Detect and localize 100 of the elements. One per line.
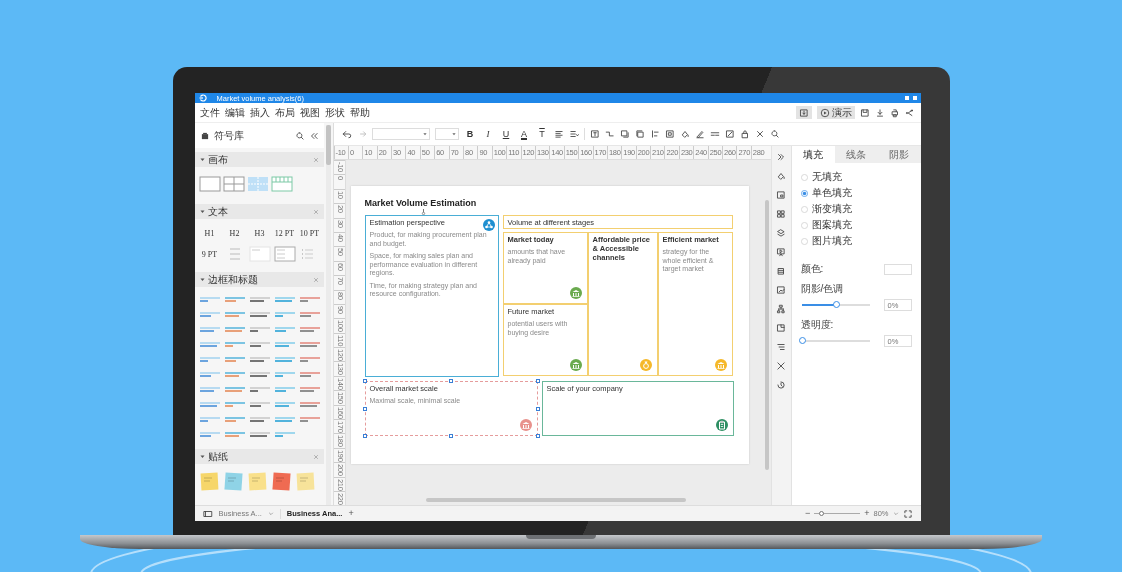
title-style-thumbnail[interactable]: [198, 400, 221, 409]
title-style-thumbnail[interactable]: [248, 310, 271, 319]
title-style-thumbnail[interactable]: [298, 340, 321, 349]
align-menu-icon[interactable]: [568, 129, 579, 139]
front-icon[interactable]: [619, 129, 630, 139]
undo-icon[interactable]: [341, 129, 352, 139]
format-button[interactable]: A: [517, 129, 531, 139]
title-style-thumbnail[interactable]: [248, 430, 271, 439]
export-button[interactable]: [795, 106, 812, 119]
org-chart-icon[interactable]: [776, 304, 786, 314]
canvas-template[interactable]: [270, 176, 293, 192]
sticky-note[interactable]: [271, 472, 291, 491]
sticky-note[interactable]: [247, 472, 267, 491]
fill-icon[interactable]: [679, 129, 690, 139]
title-style-thumbnail[interactable]: [298, 355, 321, 364]
edit-icon[interactable]: [724, 129, 735, 139]
scrollbar-thumb[interactable]: [764, 200, 769, 470]
menu-item[interactable]: 插入: [249, 106, 270, 119]
title-style-thumbnail[interactable]: [223, 310, 246, 319]
title-style-thumbnail[interactable]: [273, 385, 296, 394]
slider-thumb[interactable]: [798, 337, 806, 344]
diagram-box[interactable]: [364, 215, 499, 377]
section-header[interactable]: 边框和标题: [194, 272, 324, 287]
title-style-thumbnail[interactable]: [298, 325, 321, 334]
close-icon[interactable]: [312, 276, 319, 283]
present-button[interactable]: 演示: [816, 106, 855, 119]
save-icon[interactable]: [859, 107, 870, 118]
format-button[interactable]: B: [463, 129, 477, 139]
title-style-thumbnail[interactable]: [198, 385, 221, 394]
download-icon[interactable]: [874, 107, 885, 118]
title-style-thumbnail[interactable]: [248, 295, 271, 304]
print-icon[interactable]: [889, 107, 900, 118]
title-style-thumbnail[interactable]: [248, 400, 271, 409]
title-style-thumbnail[interactable]: [223, 355, 246, 364]
format-button[interactable]: U: [499, 129, 513, 139]
title-style-thumbnail[interactable]: [273, 310, 296, 319]
share-icon[interactable]: [904, 107, 915, 118]
selection-handle[interactable]: [535, 406, 540, 411]
selection-handle[interactable]: [535, 379, 540, 383]
text-style[interactable]: H3: [254, 229, 265, 238]
align-icon[interactable]: [553, 129, 564, 139]
title-style-thumbnail[interactable]: [298, 400, 321, 409]
title-style-thumbnail[interactable]: [248, 385, 271, 394]
section-header[interactable]: 贴纸: [194, 449, 324, 464]
title-style-thumbnail[interactable]: [223, 325, 246, 334]
zoom-in-button[interactable]: +: [864, 509, 870, 518]
slider-thumb[interactable]: [832, 301, 840, 308]
sticky-note[interactable]: [199, 472, 219, 491]
panel-tab[interactable]: 阴影: [877, 146, 921, 163]
title-style-thumbnail[interactable]: [248, 355, 271, 364]
selection-handle[interactable]: [362, 434, 367, 438]
title-style-thumbnail[interactable]: [223, 370, 246, 379]
selection-handle[interactable]: [362, 379, 367, 383]
zoom-out-button[interactable]: −: [804, 509, 811, 518]
section-header[interactable]: 画布: [194, 152, 324, 167]
canvas-template[interactable]: [198, 176, 221, 192]
presentation-icon[interactable]: [776, 247, 786, 257]
title-style-thumbnail[interactable]: [198, 355, 221, 364]
selection-handle[interactable]: [535, 434, 540, 438]
fullscreen-icon[interactable]: [902, 508, 913, 519]
collapse-icon[interactable]: [308, 130, 319, 141]
title-style-thumbnail[interactable]: [273, 415, 296, 424]
rotate-handle-icon[interactable]: [420, 209, 426, 215]
close-icon[interactable]: [312, 156, 319, 163]
group-icon[interactable]: [664, 129, 675, 139]
menu-item[interactable]: 帮助: [349, 106, 370, 119]
title-style-thumbnail[interactable]: [198, 340, 221, 349]
close-icon[interactable]: [312, 453, 319, 460]
title-style-thumbnail[interactable]: [248, 340, 271, 349]
text-style[interactable]: 9 PT: [201, 249, 218, 259]
back-icon[interactable]: [634, 129, 645, 139]
lock-icon[interactable]: [739, 129, 750, 139]
radio-button[interactable]: [800, 237, 808, 245]
panel-tab[interactable]: 线条: [834, 146, 878, 163]
title-style-thumbnail[interactable]: [273, 430, 296, 439]
title-style-thumbnail[interactable]: [273, 355, 296, 364]
image-icon[interactable]: [776, 285, 786, 295]
canvas-template[interactable]: [222, 176, 245, 192]
selection-handle[interactable]: [449, 379, 453, 383]
title-style-thumbnail[interactable]: [273, 400, 296, 409]
text-style-thumbnail[interactable]: [273, 246, 296, 262]
title-style-thumbnail[interactable]: [198, 415, 221, 424]
menu-item[interactable]: 文件: [199, 106, 220, 119]
title-style-thumbnail[interactable]: [273, 325, 296, 334]
title-style-thumbnail[interactable]: [223, 385, 246, 394]
title-style-thumbnail[interactable]: [198, 370, 221, 379]
text-style[interactable]: 10 PT: [299, 229, 320, 238]
title-style-thumbnail[interactable]: [298, 385, 321, 394]
title-style-thumbnail[interactable]: [223, 295, 246, 304]
text-style[interactable]: H2: [229, 229, 240, 238]
selection-handle[interactable]: [362, 406, 367, 411]
database-icon[interactable]: [776, 266, 786, 276]
menu-item[interactable]: 编辑: [224, 106, 245, 119]
list-icon[interactable]: [776, 342, 786, 352]
radio-button[interactable]: [800, 189, 808, 197]
sticky-note[interactable]: [223, 472, 243, 491]
page-list-icon[interactable]: [202, 508, 213, 519]
title-style-thumbnail[interactable]: [198, 325, 221, 334]
section-header[interactable]: 文本: [194, 204, 324, 219]
title-style-thumbnail[interactable]: [298, 415, 321, 424]
